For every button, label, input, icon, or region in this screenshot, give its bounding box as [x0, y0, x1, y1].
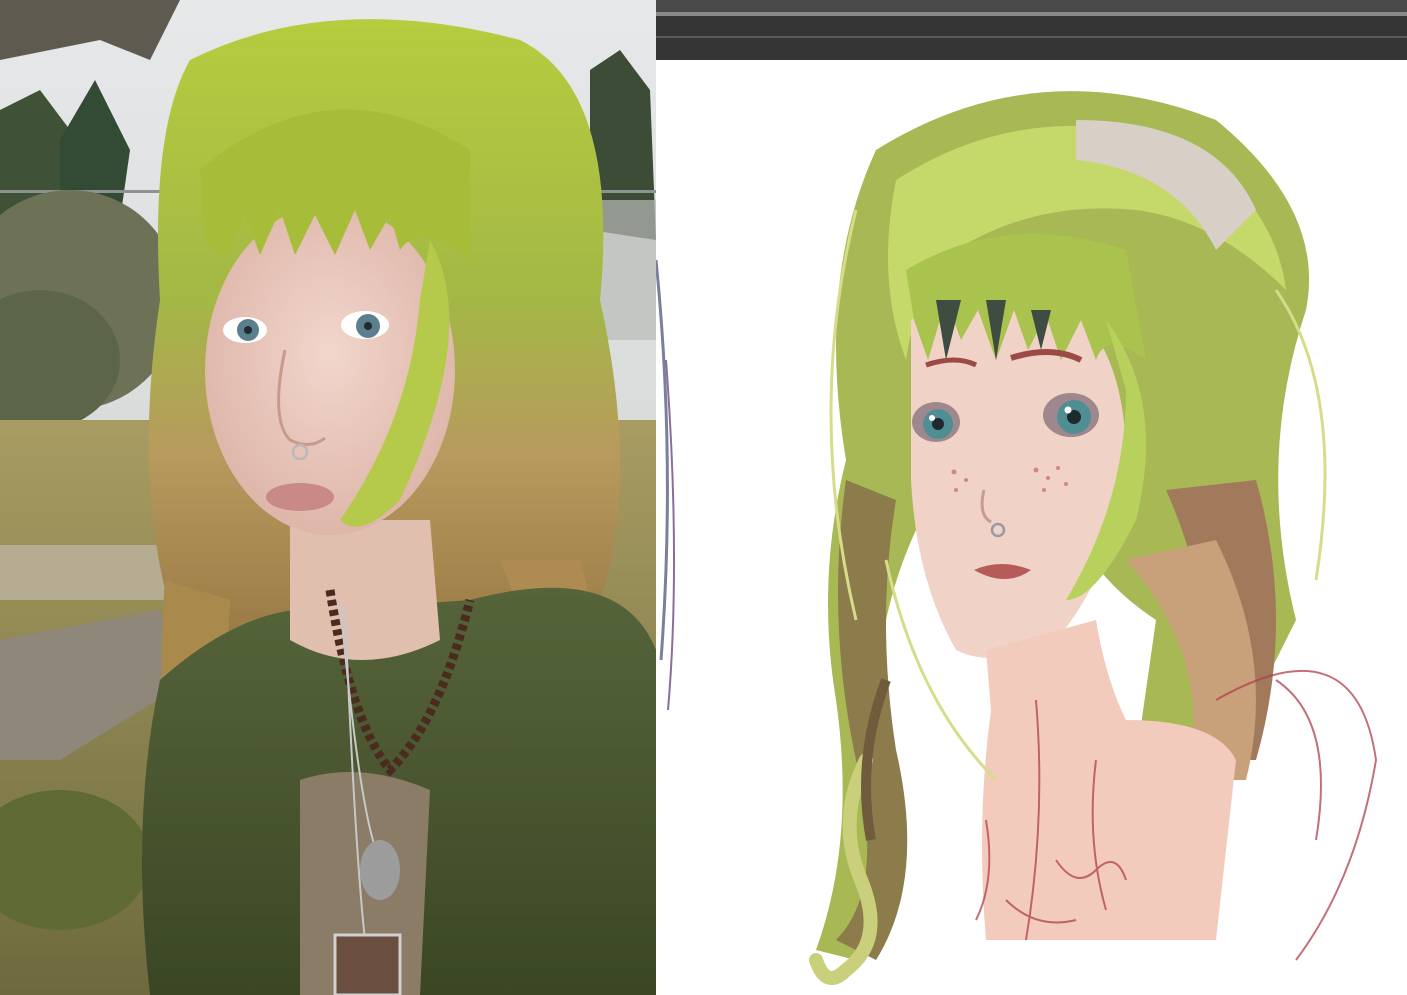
app-title-bar — [656, 0, 1407, 12]
reference-photo-image — [0, 0, 656, 995]
toolbar-divider — [656, 36, 1407, 38]
drawing-canvas[interactable] — [656, 60, 1407, 995]
portrait-painting — [656, 91, 1378, 985]
drawing-app-window — [656, 0, 1407, 995]
app-toolbar — [656, 16, 1407, 60]
reference-photo — [0, 0, 656, 995]
